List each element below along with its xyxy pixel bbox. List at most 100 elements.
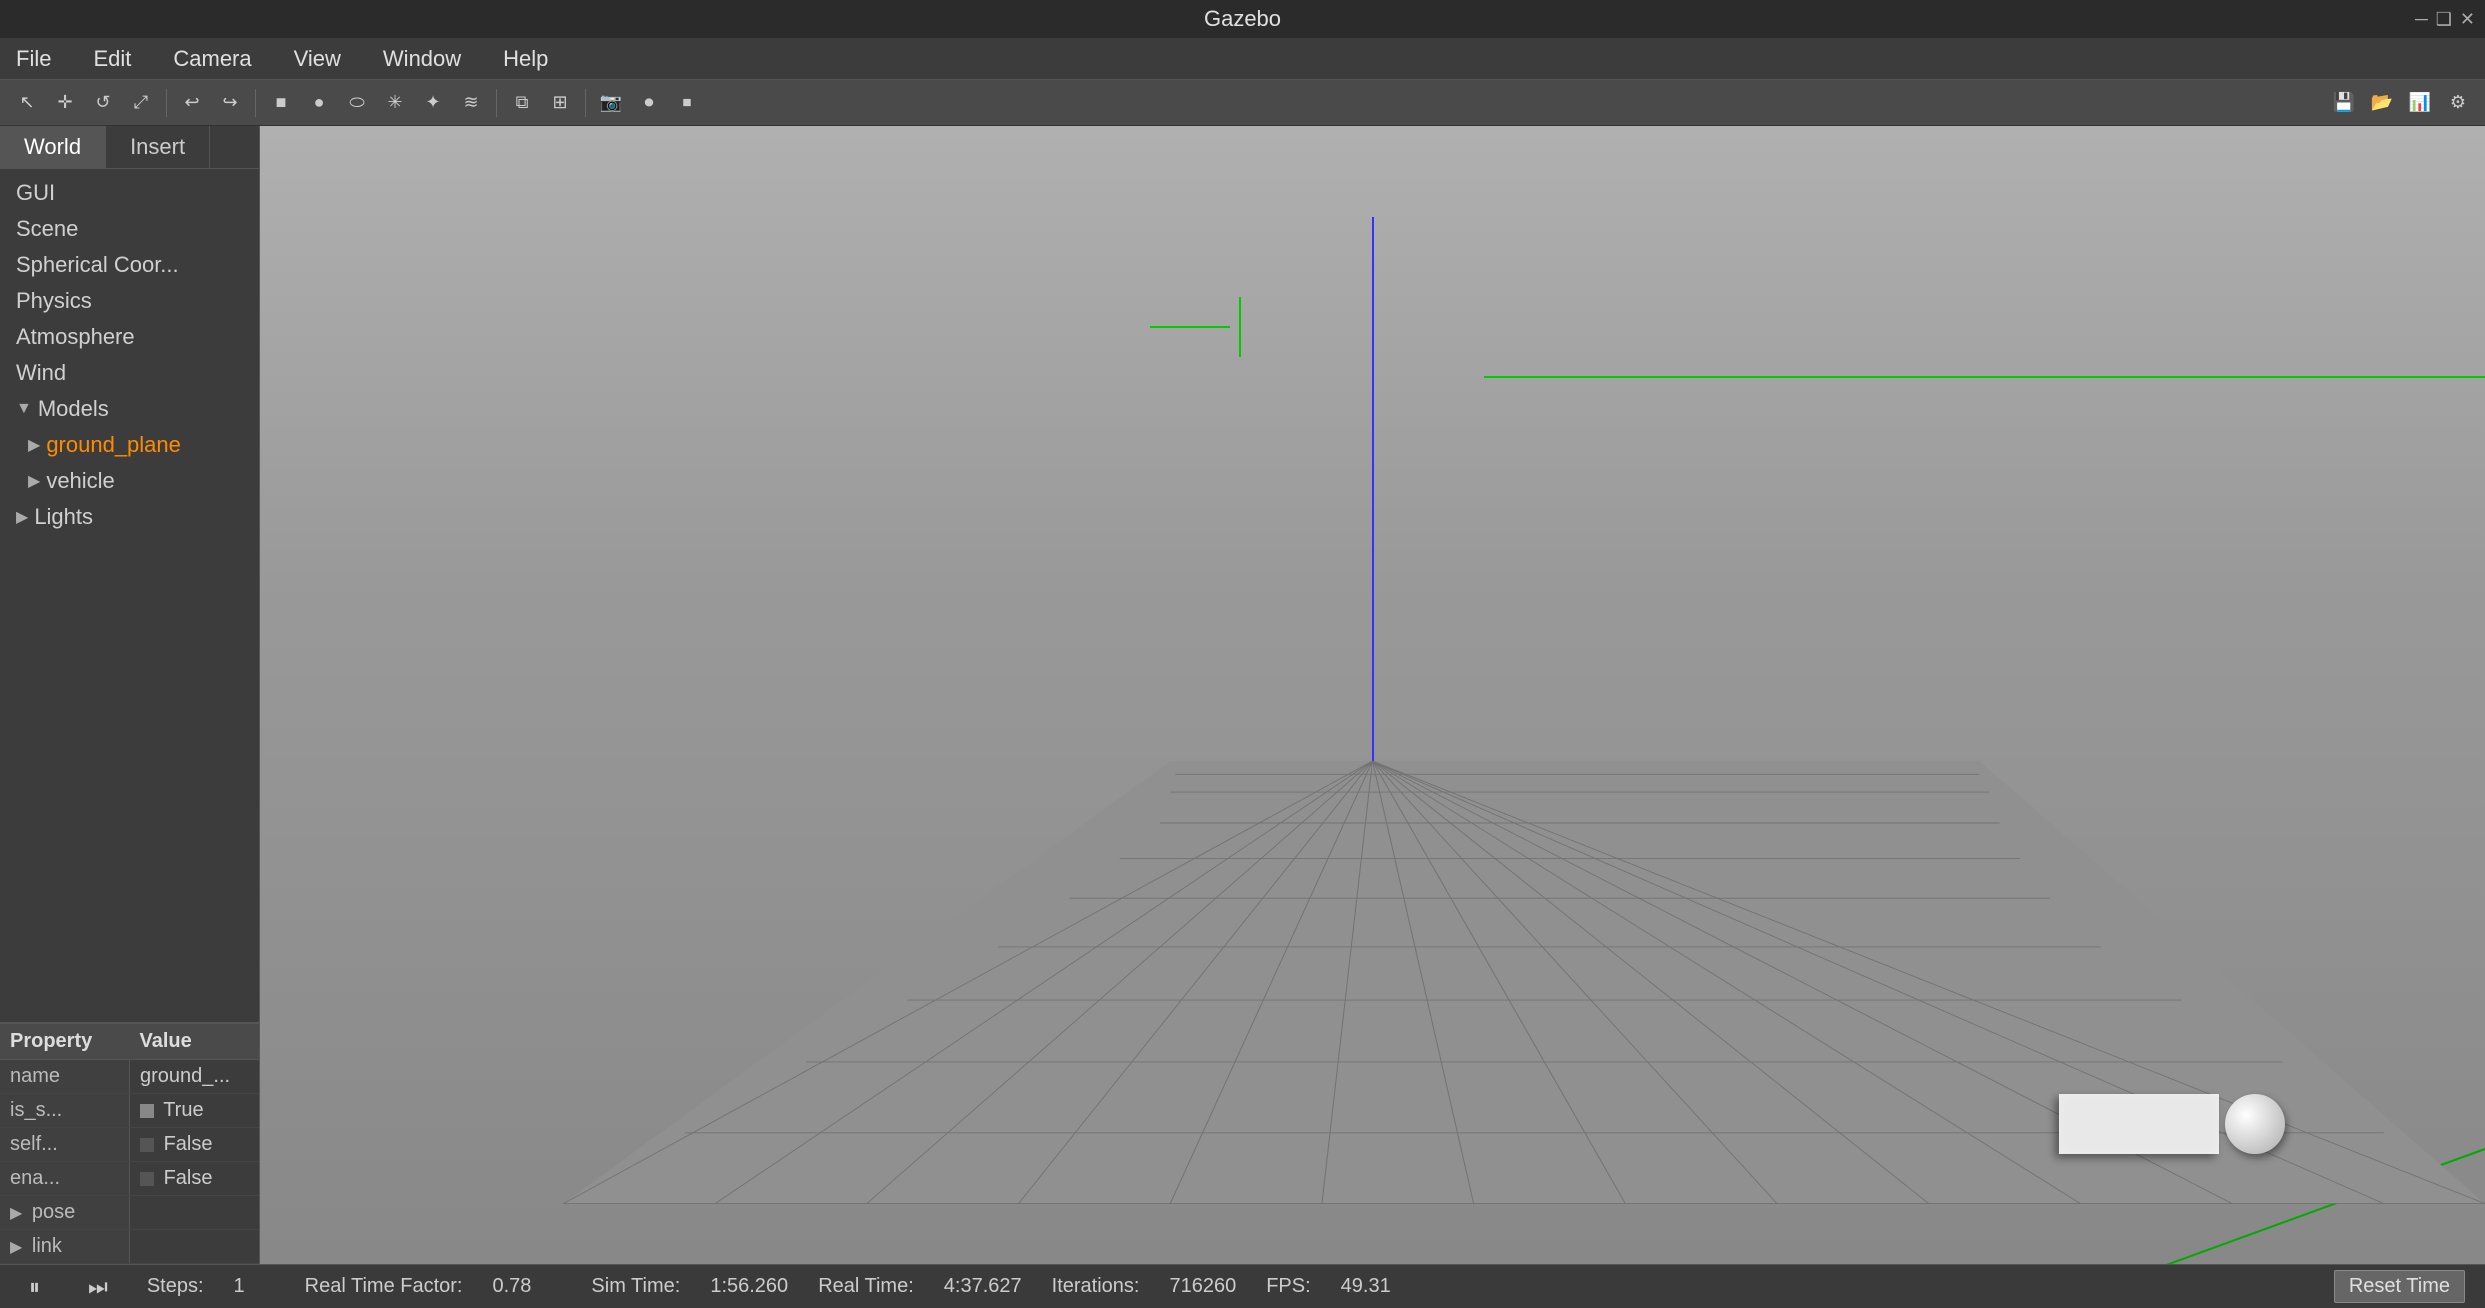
restore-btn[interactable]: ❑ <box>2436 9 2452 30</box>
menubar: File Edit Camera View Window Help <box>0 38 2485 80</box>
tree-item-lights-label: Lights <box>34 504 93 530</box>
real-label: Real Time: <box>818 1275 914 1298</box>
toolbar-separator-3 <box>496 89 497 117</box>
toolbar-separator-2 <box>255 89 256 117</box>
prop-key-is-static: is_s... <box>0 1094 130 1127</box>
toolbar-stop[interactable]: ⏹ <box>670 86 704 120</box>
tree-item-scene[interactable]: Scene <box>0 211 259 247</box>
toolbar-undo[interactable]: ↩ <box>175 86 209 120</box>
toolbar-screenshot[interactable]: 📷 <box>594 86 628 120</box>
prop-row-self[interactable]: self... False <box>0 1128 259 1162</box>
rtf-value: 0.78 <box>492 1275 531 1298</box>
prop-row-link[interactable]: ▶ link <box>0 1230 259 1264</box>
axis-green-cross-horizontal <box>1150 326 1230 328</box>
close-btn[interactable]: ✕ <box>2460 9 2475 30</box>
vehicle-arrow: ▶ <box>28 471 40 491</box>
tree-item-ground-plane[interactable]: ▶ ground_plane <box>0 427 259 463</box>
window-title: Gazebo <box>1204 6 1281 32</box>
tree-item-atmosphere[interactable]: Atmosphere <box>0 319 259 355</box>
lights-arrow: ▶ <box>16 507 28 527</box>
pose-expand-icon: ▶ <box>10 1205 22 1222</box>
steps-value: 1 <box>234 1275 245 1298</box>
prop-row-is-static[interactable]: is_s... True <box>0 1094 259 1128</box>
titlebar: Gazebo ─ ❑ ✕ <box>0 0 2485 38</box>
tree-item-spherical[interactable]: Spherical Coor... <box>0 247 259 283</box>
toolbar-dirlight[interactable]: ≋ <box>454 86 488 120</box>
toolbar-separator-1 <box>166 89 167 117</box>
toolbar-scale[interactable]: ⤢ <box>124 86 158 120</box>
sim-value: 1:56.260 <box>710 1275 788 1298</box>
toolbar-pointlight[interactable]: ✳ <box>378 86 412 120</box>
prop-col-property: Property <box>0 1024 130 1059</box>
toolbar-spotlight[interactable]: ✦ <box>416 86 450 120</box>
pause-button[interactable]: ⏸ <box>20 1270 49 1304</box>
tree-item-lights[interactable]: ▶ Lights <box>0 499 259 535</box>
checkbox-is-static[interactable] <box>140 1104 154 1118</box>
menu-file[interactable]: File <box>10 42 57 76</box>
menu-help[interactable]: Help <box>497 42 554 76</box>
toolbar-open[interactable]: 📂 <box>2365 86 2399 120</box>
prop-key-ena: ena... <box>0 1162 130 1195</box>
tree-item-gui-label: GUI <box>16 180 55 206</box>
tree-item-physics[interactable]: Physics <box>0 283 259 319</box>
toolbar-select[interactable]: ↖ <box>10 86 44 120</box>
menu-view[interactable]: View <box>288 42 347 76</box>
prop-row-pose[interactable]: ▶ pose <box>0 1196 259 1230</box>
menu-edit[interactable]: Edit <box>87 42 137 76</box>
menu-camera[interactable]: Camera <box>167 42 257 76</box>
tree-item-wind-label: Wind <box>16 360 66 386</box>
tab-world[interactable]: World <box>0 126 106 168</box>
tree-item-wind[interactable]: Wind <box>0 355 259 391</box>
prop-val-name[interactable]: ground_... <box>130 1060 259 1093</box>
toolbar-rotate[interactable]: ↺ <box>86 86 120 120</box>
left-panel: World Insert GUI Scene Spherical Coor...… <box>0 126 260 1264</box>
toolbar-chart[interactable]: 📊 <box>2403 86 2437 120</box>
toolbar-redo[interactable]: ↪ <box>213 86 247 120</box>
toolbar: ↖ ✛ ↺ ⤢ ↩ ↪ ■ ● ⬭ ✳ ✦ ≋ ⧉ ⊞ 📷 ⏺ ⏹ 💾 📂 📊 … <box>0 80 2485 126</box>
prop-val-self[interactable]: False <box>130 1128 259 1161</box>
tree-item-models[interactable]: ▼ Models <box>0 391 259 427</box>
window-controls[interactable]: ─ ❑ ✕ <box>2415 9 2475 30</box>
tree-item-atmosphere-label: Atmosphere <box>16 324 135 350</box>
checkbox-self[interactable] <box>140 1138 154 1152</box>
minimize-btn[interactable]: ─ <box>2415 9 2428 30</box>
toolbar-move[interactable]: ✛ <box>48 86 82 120</box>
prop-val-ena[interactable]: False <box>130 1162 259 1195</box>
step-forward-button[interactable]: ⏭ <box>79 1270 117 1304</box>
rtf-label: Real Time Factor: <box>305 1275 463 1298</box>
toolbar-record[interactable]: ⏺ <box>632 86 666 120</box>
prop-row-name[interactable]: name ground_... <box>0 1060 259 1094</box>
prop-col-value: Value <box>130 1024 260 1059</box>
iter-value: 716260 <box>1169 1275 1236 1298</box>
toolbar-settings[interactable]: ⚙ <box>2441 86 2475 120</box>
tree-item-physics-label: Physics <box>16 288 92 314</box>
toolbar-paste[interactable]: ⊞ <box>543 86 577 120</box>
checkbox-ena[interactable] <box>140 1172 154 1186</box>
prop-key-self: self... <box>0 1128 130 1161</box>
fps-value: 49.31 <box>1341 1275 1391 1298</box>
fps-label: FPS: <box>1266 1275 1310 1298</box>
models-arrow: ▼ <box>16 400 32 418</box>
prop-header: Property Value <box>0 1024 259 1060</box>
iter-label: Iterations: <box>1052 1275 1140 1298</box>
toolbar-copy[interactable]: ⧉ <box>505 86 539 120</box>
toolbar-cylinder[interactable]: ⬭ <box>340 86 374 120</box>
prop-val-is-static[interactable]: True <box>130 1094 259 1127</box>
main-area: World Insert GUI Scene Spherical Coor...… <box>0 126 2485 1264</box>
tab-insert[interactable]: Insert <box>106 126 210 168</box>
steps-label: Steps: <box>147 1275 204 1298</box>
toolbar-box[interactable]: ■ <box>264 86 298 120</box>
sim-label: Sim Time: <box>591 1275 680 1298</box>
3d-viewport[interactable] <box>260 126 2485 1264</box>
panel-tabs: World Insert <box>0 126 259 169</box>
reset-time-button[interactable]: Reset Time <box>2334 1270 2465 1303</box>
toolbar-save[interactable]: 💾 <box>2327 86 2361 120</box>
vehicle-sphere-mesh <box>2225 1094 2285 1154</box>
ground-grid <box>260 407 2485 1204</box>
menu-window[interactable]: Window <box>377 42 467 76</box>
property-table: Property Value name ground_... is_s... T… <box>0 1022 259 1264</box>
toolbar-sphere[interactable]: ● <box>302 86 336 120</box>
prop-row-ena[interactable]: ena... False <box>0 1162 259 1196</box>
tree-item-vehicle[interactable]: ▶ vehicle <box>0 463 259 499</box>
tree-item-gui[interactable]: GUI <box>0 175 259 211</box>
